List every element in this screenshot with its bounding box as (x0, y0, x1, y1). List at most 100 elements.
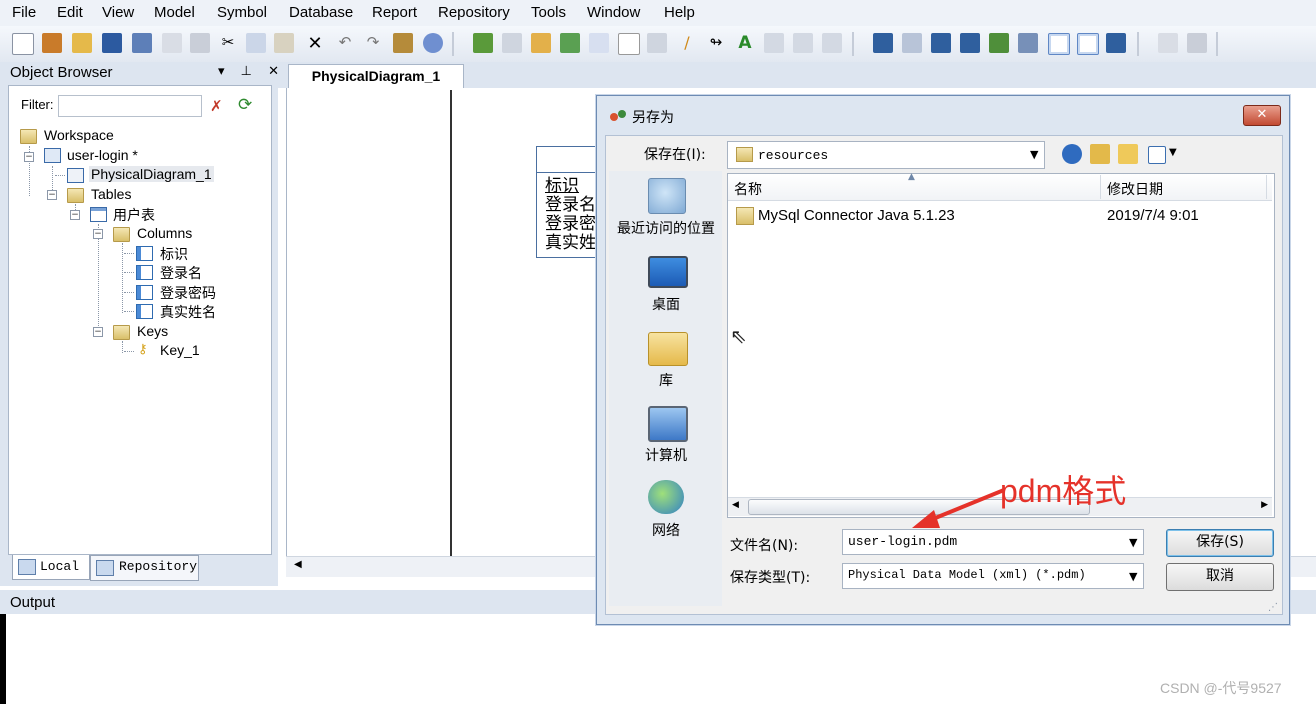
collapse-icon[interactable]: − (93, 327, 103, 337)
collapse-icon[interactable]: − (24, 152, 34, 162)
place-recent[interactable]: 最近访问的位置 (612, 218, 720, 238)
align-icon[interactable] (902, 33, 922, 53)
layer-icon[interactable] (989, 33, 1009, 53)
arrow-right-icon[interactable] (822, 33, 842, 53)
layout-icon[interactable] (873, 33, 893, 53)
reference-icon[interactable] (589, 33, 609, 53)
view-icon[interactable] (531, 33, 551, 53)
tree-columns[interactable]: Columns (137, 225, 192, 241)
tree-tables[interactable]: Tables (91, 186, 131, 202)
zoom-icon[interactable] (1018, 33, 1038, 53)
tree-column[interactable]: 登录名 (160, 263, 202, 283)
filter-input[interactable] (58, 95, 202, 117)
column-divider[interactable] (1100, 175, 1101, 199)
menu-help[interactable]: Help (664, 4, 695, 21)
properties-icon[interactable] (393, 33, 413, 53)
paste-icon[interactable] (274, 33, 294, 53)
pen-icon[interactable]: / (677, 33, 697, 53)
column-divider[interactable] (1266, 175, 1267, 199)
link-icon[interactable]: ↬ (706, 33, 726, 53)
close-icon[interactable]: ✕ (1243, 105, 1281, 126)
menu-edit[interactable]: Edit (57, 4, 83, 21)
view-menu-icon[interactable] (1148, 146, 1166, 164)
table-icon[interactable] (502, 33, 522, 53)
chevron-down-icon[interactable]: ▼ (1129, 570, 1137, 583)
file-row-date[interactable]: 2019/7/4 9:01 (1107, 207, 1199, 224)
print-icon[interactable] (190, 33, 210, 53)
network-icon[interactable] (648, 480, 684, 514)
tree-column[interactable]: 标识 (160, 244, 188, 264)
tree-workspace[interactable]: Workspace (44, 127, 114, 143)
tab-repository[interactable]: Repository (90, 555, 199, 581)
text-icon[interactable]: A (735, 33, 755, 53)
menu-repository[interactable]: Repository (438, 4, 510, 21)
group-icon[interactable] (931, 33, 951, 53)
cut-icon[interactable]: ✂ (218, 33, 238, 53)
place-computer[interactable]: 计算机 (612, 445, 720, 465)
note-icon[interactable] (764, 33, 784, 53)
tree-column[interactable]: 真实姓名 (160, 302, 216, 322)
save-icon[interactable] (102, 33, 122, 53)
menu-view[interactable]: View (102, 4, 134, 21)
collapse-icon[interactable]: − (70, 210, 80, 220)
ungroup-icon[interactable] (960, 33, 980, 53)
tree-column[interactable]: 登录密码 (160, 283, 216, 303)
tree-model[interactable]: user-login * (67, 147, 138, 163)
menu-window[interactable]: Window (587, 4, 640, 21)
recent-places-icon[interactable] (648, 178, 686, 214)
place-desktop[interactable]: 桌面 (612, 294, 720, 314)
open-icon[interactable] (72, 33, 92, 53)
place-network[interactable]: 网络 (612, 520, 720, 540)
menu-database[interactable]: Database (289, 4, 353, 21)
refresh-icon[interactable]: ⟳ (238, 95, 252, 115)
up-folder-icon[interactable] (1090, 144, 1110, 164)
library-icon[interactable] (648, 332, 688, 366)
save-all-icon[interactable] (132, 33, 152, 53)
menu-file[interactable]: File (12, 4, 36, 21)
tree-key[interactable]: Key_1 (160, 342, 200, 358)
menu-report[interactable]: Report (372, 4, 417, 21)
line-icon[interactable] (647, 33, 667, 53)
new-folder-icon[interactable] (1118, 144, 1138, 164)
place-library[interactable]: 库 (612, 370, 720, 390)
find-icon[interactable] (1158, 33, 1178, 53)
undo-icon[interactable]: ↶ (335, 33, 355, 53)
procedure-icon[interactable] (560, 33, 580, 53)
scroll-right-icon[interactable]: ▶ (1261, 500, 1268, 510)
collapse-icon[interactable]: − (47, 190, 57, 200)
browser-toggle-icon[interactable] (1048, 33, 1070, 55)
tree-table-user[interactable]: 用户表 (113, 205, 155, 225)
save-button[interactable]: 保存(S) (1166, 529, 1274, 557)
file-row-name[interactable]: MySql Connector Java 5.1.23 (758, 207, 955, 224)
menu-tools[interactable]: Tools (531, 4, 566, 21)
delete-icon[interactable]: ✕ (305, 33, 325, 54)
output-toggle-icon[interactable] (1077, 33, 1099, 55)
new-icon[interactable] (12, 33, 34, 55)
collapse-icon[interactable]: − (93, 229, 103, 239)
menu-symbol[interactable]: Symbol (217, 4, 267, 21)
package-icon[interactable] (473, 33, 493, 53)
model-check-icon[interactable] (423, 33, 443, 53)
desktop-icon[interactable] (648, 256, 688, 288)
panel-controls[interactable]: ▾ ⊥ ✕ (218, 64, 285, 79)
scroll-left-icon[interactable]: ◀ (294, 559, 302, 570)
menu-model[interactable]: Model (154, 4, 195, 21)
cancel-button[interactable]: 取消 (1166, 563, 1274, 591)
chevron-down-icon[interactable]: ▼ (1169, 147, 1177, 158)
print-preview-icon[interactable] (162, 33, 182, 53)
tree-diagram[interactable]: PhysicalDiagram_1 (89, 166, 214, 182)
copy-icon[interactable] (246, 33, 266, 53)
back-icon[interactable] (1062, 144, 1082, 164)
column-header-name[interactable]: 名称 (734, 179, 762, 199)
tab-physical-diagram[interactable]: PhysicalDiagram_1 (288, 64, 464, 89)
rectangle-icon[interactable] (618, 33, 640, 55)
redo-icon[interactable]: ↷ (363, 33, 383, 53)
open-project-icon[interactable] (42, 33, 62, 53)
resize-grip-icon[interactable]: ⋰ (1268, 602, 1278, 613)
arrow-left-icon[interactable] (793, 33, 813, 53)
result-list-icon[interactable] (1106, 33, 1126, 53)
column-header-date[interactable]: 修改日期 (1107, 179, 1163, 199)
tree-keys[interactable]: Keys (137, 323, 168, 339)
print2-icon[interactable] (1187, 33, 1207, 53)
tab-local[interactable]: Local (12, 555, 90, 580)
